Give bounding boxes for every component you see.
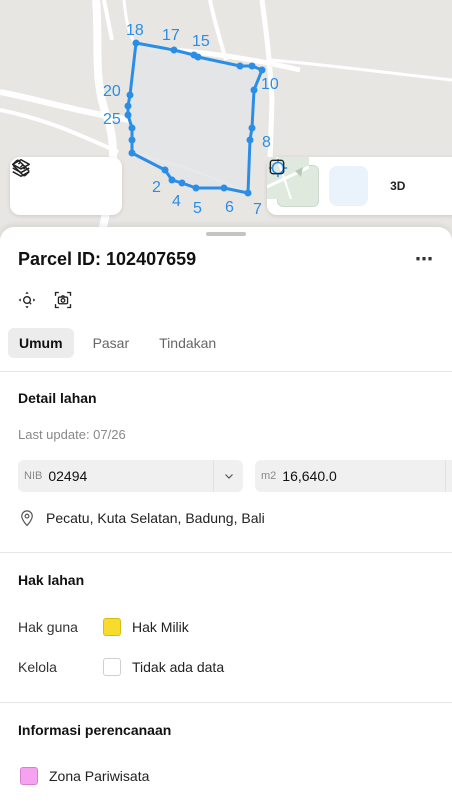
nib-prefix: NIB bbox=[24, 470, 43, 482]
rights-heading: Hak lahan bbox=[18, 572, 85, 588]
hak-guna-label: Hak guna bbox=[18, 619, 78, 635]
map-view[interactable]: 18 17 15 10 8 7 6 5 4 2 25 20 3D bbox=[0, 0, 452, 240]
measure-button[interactable] bbox=[12, 159, 109, 206]
map-toolbar-right: 3D bbox=[267, 157, 452, 215]
quick-actions bbox=[16, 289, 74, 311]
fullscreen-icon bbox=[269, 159, 285, 175]
zone-swatch bbox=[20, 767, 38, 785]
sheet-tabs: Umum Pasar Tindakan bbox=[8, 328, 227, 358]
map-toolbar-left bbox=[10, 157, 122, 215]
tab-umum[interactable]: Umum bbox=[8, 328, 74, 358]
last-update-text: Last update: 07/26 bbox=[18, 427, 126, 442]
chevron-down-icon[interactable] bbox=[213, 460, 243, 492]
nib-value: 02494 bbox=[48, 468, 88, 484]
vertex-label: 6 bbox=[225, 199, 234, 216]
vertex-label: 5 bbox=[193, 200, 202, 217]
divider bbox=[0, 702, 452, 703]
measure-icon bbox=[12, 159, 30, 177]
vertex-label: 18 bbox=[126, 22, 144, 39]
3d-toggle-button[interactable]: 3D bbox=[378, 166, 418, 206]
hak-guna-value: Hak Milik bbox=[132, 619, 189, 635]
sheet-drag-handle[interactable] bbox=[206, 232, 246, 236]
fullscreen-button[interactable] bbox=[269, 159, 452, 206]
nib-field[interactable]: NIB 02494 bbox=[18, 460, 243, 492]
area-value: 16,640.0 bbox=[282, 468, 337, 484]
field-separator bbox=[445, 460, 446, 492]
more-options-icon[interactable]: ⋯ bbox=[415, 249, 434, 270]
tab-tindakan[interactable]: Tindakan bbox=[148, 328, 227, 358]
parcel-title: Parcel ID: 102407659 bbox=[18, 248, 197, 269]
detail-heading: Detail lahan bbox=[18, 390, 97, 406]
vertex-label: 15 bbox=[192, 33, 210, 50]
area-field[interactable]: m2 16,640.0 bbox=[255, 460, 452, 492]
locate-button[interactable] bbox=[268, 158, 368, 206]
kelola-label: Kelola bbox=[18, 659, 57, 675]
snapshot-button[interactable] bbox=[52, 289, 74, 311]
vertex-label: 7 bbox=[253, 201, 262, 218]
zoom-to-icon bbox=[18, 291, 36, 309]
planning-heading: Informasi perencanaan bbox=[18, 722, 172, 738]
vertex-label: 8 bbox=[262, 134, 271, 151]
3d-label: 3D bbox=[390, 179, 406, 193]
divider bbox=[0, 552, 452, 553]
zone-value: Zona Pariwisata bbox=[49, 768, 150, 784]
kelola-value: Tidak ada data bbox=[132, 659, 225, 675]
hak-guna-swatch bbox=[103, 618, 121, 636]
vertex-label: 20 bbox=[103, 83, 121, 100]
location-text: Pecatu, Kuta Selatan, Badung, Bali bbox=[46, 510, 265, 526]
zoom-to-parcel-button[interactable] bbox=[16, 289, 38, 311]
vertex-label: 10 bbox=[261, 76, 279, 93]
location-pin-icon bbox=[21, 510, 33, 527]
kelola-swatch bbox=[103, 658, 121, 676]
parcel-bottom-sheet: Parcel ID: 102407659 ⋯ Umum Pasar Tindak… bbox=[0, 227, 452, 804]
tab-pasar[interactable]: Pasar bbox=[82, 328, 141, 358]
vertex-label: 2 bbox=[152, 179, 161, 196]
vertex-label: 25 bbox=[103, 111, 121, 128]
sheet-header: Parcel ID: 102407659 ⋯ bbox=[18, 247, 434, 271]
location-row: Pecatu, Kuta Selatan, Badung, Bali bbox=[18, 508, 265, 528]
area-prefix: m2 bbox=[261, 470, 277, 482]
divider bbox=[0, 371, 452, 372]
vertex-label: 17 bbox=[162, 27, 180, 44]
vertex-label: 4 bbox=[172, 193, 181, 210]
camera-frame-icon bbox=[54, 291, 72, 309]
